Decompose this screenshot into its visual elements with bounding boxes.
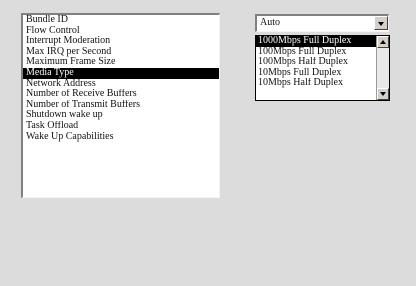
property-item-shutdown-wake-up[interactable]: Shutdown wake up [23, 110, 219, 121]
property-item-flow-control[interactable]: Flow Control [23, 26, 219, 37]
option-100-full[interactable]: 100Mbps Full Duplex [256, 47, 376, 58]
arrow-down-icon [380, 92, 386, 96]
dropdown-button[interactable] [374, 16, 388, 30]
property-item-max-irq[interactable]: Max IRQ per Second [23, 47, 219, 58]
property-item-interrupt-moderation[interactable]: Interrupt Moderation [23, 36, 219, 47]
combo-selected-value: Auto [260, 17, 280, 28]
arrow-up-icon [380, 40, 386, 44]
option-1000-full[interactable]: 1000Mbps Full Duplex [256, 36, 376, 47]
property-item-media-type[interactable]: Media Type [23, 67, 219, 79]
scroll-down-button[interactable] [377, 88, 389, 100]
property-item-wake-up-capabilities[interactable]: Wake Up Capabilities [23, 132, 219, 143]
option-10-half[interactable]: 10Mbps Half Duplex [256, 78, 376, 89]
option-100-half[interactable]: 100Mbps Half Duplex [256, 57, 376, 68]
dropdown-scrollbar[interactable] [376, 36, 389, 100]
property-item-transmit-buffers[interactable]: Number of Transmit Buffers [23, 100, 219, 111]
property-item-max-frame-size[interactable]: Maximum Frame Size [23, 57, 219, 68]
property-item-network-address[interactable]: Network Address [23, 79, 219, 90]
value-combobox[interactable]: Auto [255, 14, 389, 32]
chevron-down-icon [378, 22, 384, 26]
property-item-receive-buffers[interactable]: Number of Receive Buffers [23, 89, 219, 100]
scroll-up-button[interactable] [377, 36, 389, 48]
option-10-full[interactable]: 10Mbps Full Duplex [256, 68, 376, 79]
value-dropdown-list[interactable]: 1000Mbps Full Duplex 100Mbps Full Duplex… [255, 35, 390, 101]
property-item-bundle-id[interactable]: Bundle ID [23, 15, 219, 26]
property-listbox[interactable]: Bundle ID Flow Control Interrupt Moderat… [21, 13, 220, 198]
property-item-task-offload[interactable]: Task Offload [23, 121, 219, 132]
